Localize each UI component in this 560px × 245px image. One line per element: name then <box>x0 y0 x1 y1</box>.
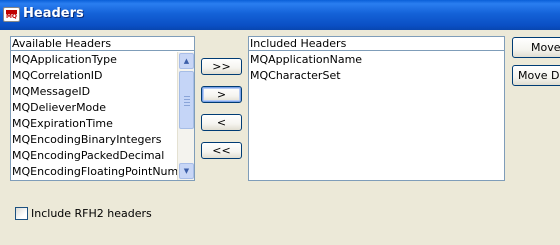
chevron-up-icon: ▲ <box>183 57 190 65</box>
include-rfh2-label: Include RFH2 headers <box>31 207 152 220</box>
grip-line <box>184 105 190 106</box>
list-item[interactable]: MQExpirationTime <box>11 116 178 132</box>
list-item[interactable]: MQMessageID <box>11 84 178 100</box>
list-item[interactable]: MQApplicationType <box>11 52 178 68</box>
grip-line <box>184 102 190 103</box>
list-item[interactable]: MQApplicationName <box>249 52 504 68</box>
included-headers-heading: Included Headers <box>249 37 504 51</box>
list-item[interactable]: MQDelieverMode <box>11 100 178 116</box>
list-item[interactable]: MQEncodingBinaryIntegers <box>11 132 178 148</box>
scroll-up-button[interactable]: ▲ <box>179 53 194 69</box>
include-rfh2-checkbox[interactable] <box>15 207 28 220</box>
scrollbar-thumb[interactable] <box>179 71 194 129</box>
list-item[interactable]: MQCorrelationID <box>11 68 178 84</box>
chevron-down-icon: ▼ <box>183 167 190 175</box>
include-rfh2-option[interactable]: Include RFH2 headers <box>15 207 152 220</box>
available-headers-heading: Available Headers <box>11 37 194 51</box>
scroll-down-button[interactable]: ▼ <box>179 163 194 179</box>
available-headers-scrollbar[interactable]: ▲ ▼ <box>177 52 194 180</box>
list-item[interactable]: MQEncodingFloatingPointNumbers <box>11 164 178 180</box>
move-up-button[interactable]: Move <box>512 37 560 58</box>
add-button[interactable]: > <box>201 86 242 103</box>
list-item[interactable]: MQCharacterSet <box>249 68 504 84</box>
grip-line <box>184 99 190 100</box>
app-icon-text: MQ <box>5 13 18 20</box>
available-headers-list[interactable]: Available Headers MQApplicationType MQCo… <box>10 36 195 181</box>
title-bar[interactable]: MQ Headers <box>0 0 560 30</box>
included-headers-list[interactable]: Included Headers MQApplicationName MQCha… <box>248 36 505 181</box>
remove-all-button[interactable]: << <box>201 142 242 159</box>
add-all-button[interactable]: >> <box>201 58 242 75</box>
included-headers-items[interactable]: MQApplicationName MQCharacterSet <box>249 52 504 84</box>
grip-line <box>184 96 190 97</box>
window-title: Headers <box>23 6 84 21</box>
remove-button[interactable]: < <box>201 114 242 131</box>
mq-app-icon[interactable]: MQ <box>3 7 20 22</box>
available-headers-items[interactable]: MQApplicationType MQCorrelationID MQMess… <box>11 52 178 180</box>
move-down-button[interactable]: Move D <box>512 65 560 86</box>
list-item[interactable]: MQEncodingPackedDecimal <box>11 148 178 164</box>
